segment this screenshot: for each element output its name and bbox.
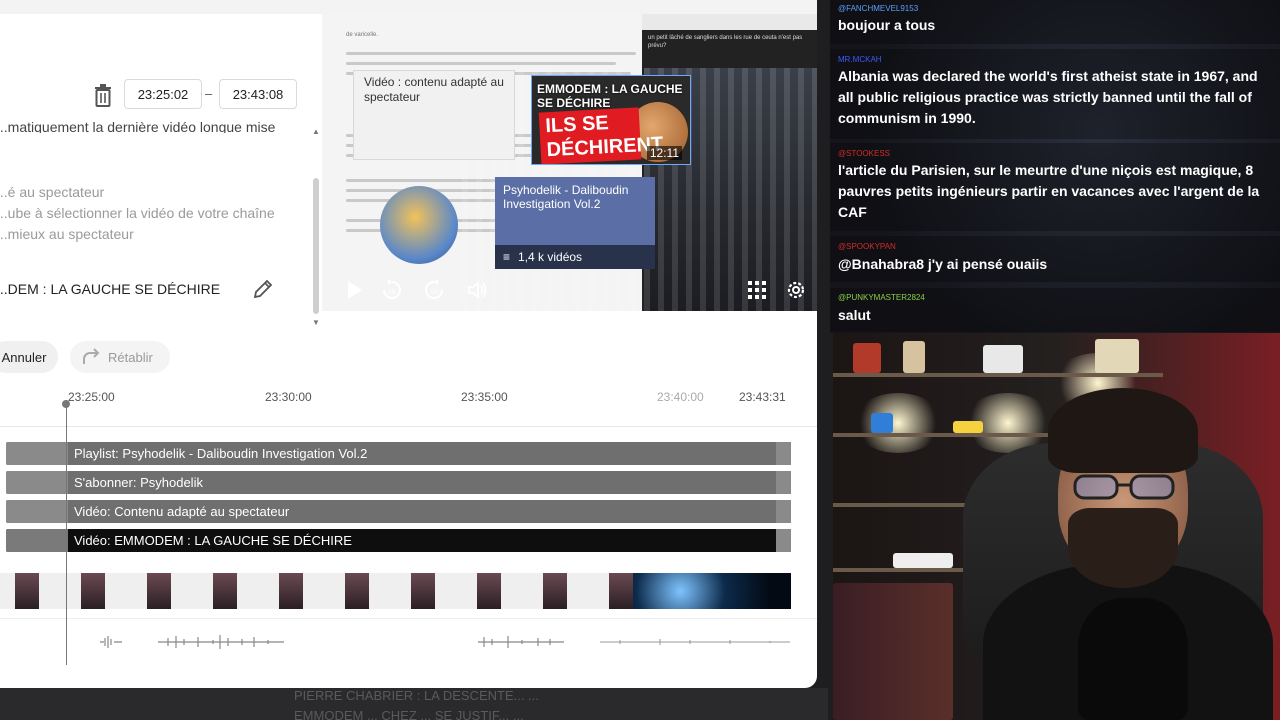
playhead-line[interactable] (66, 400, 67, 665)
cancel-button[interactable]: Annuler (0, 341, 58, 373)
background-page: PIERRE CHABRIER : LA DESCENTE... ... EMM… (0, 688, 828, 720)
option-line-2[interactable]: ...ube à sélectionner la vidéo de votre … (0, 205, 275, 221)
track-label: Vidéo: Contenu adapté au spectateur (74, 504, 290, 519)
emmodem-duration: 12:11 (646, 146, 682, 160)
chat-text: l'article du Parisien, sur le meurtre d'… (838, 162, 1260, 220)
webcam-feed (833, 333, 1280, 720)
track-handle[interactable] (6, 442, 68, 465)
tick-label: 23:35:00 (461, 390, 508, 404)
svg-text:10: 10 (388, 289, 396, 296)
waveform-segment (600, 639, 790, 645)
scroll-up-arrow[interactable]: ▲ (312, 127, 320, 136)
playlist-count-label: 1,4 k vidéos (518, 250, 583, 264)
thumbnail-big-text: ILS SE DÉCHIRENT (538, 107, 664, 164)
settings-gear-icon[interactable] (784, 278, 808, 302)
svg-text:10: 10 (430, 289, 438, 296)
track-end-handle[interactable] (776, 442, 791, 465)
track-label: S'abonner: Psyhodelik (74, 475, 203, 490)
tick-label: 23:40:00 (657, 390, 704, 404)
doc-text: de varicelle. (346, 32, 379, 38)
chat-message: @PUNKYMASTER2824 salut (830, 288, 1280, 332)
playlist-title: Psyhodelik - Daliboudin Investigation Vo… (503, 183, 629, 211)
redo-icon (83, 348, 100, 364)
description-text: ...matiquement la dernière vidéo longue … (0, 119, 276, 133)
mini-chat-text: un petit lâché de sangliers dans les rue… (648, 35, 803, 49)
timeline-track-subscribe[interactable]: S'abonner: Psyhodelik (6, 471, 791, 494)
playlist-count: ≡ 1,4 k vidéos (495, 245, 655, 269)
chat-text: @Bnahabra8 j'y ai pensé ouaiis (838, 256, 1048, 272)
end-screen-emmodem-card[interactable]: ILS SE DÉCHIRENT EMMODEM : LA GAUCHE SE … (531, 75, 691, 165)
video-card-label: Vidéo : contenu adapté au spectateur (364, 75, 504, 104)
tick-label: 23:30:00 (265, 390, 312, 404)
play-icon[interactable] (342, 278, 366, 302)
timeline-ruler[interactable]: 23:25:00 23:30:00 23:35:00 23:40:00 23:4… (0, 386, 817, 426)
start-time-field[interactable]: 23:25:02 (124, 79, 202, 109)
selected-video-label: ...DEM : LA GAUCHE SE DÉCHIRE (0, 281, 221, 297)
end-screen-video-card[interactable]: Vidéo : contenu adapté au spectateur (353, 70, 515, 160)
track-handle[interactable] (6, 471, 68, 494)
ruler-divider (0, 426, 817, 427)
chat-username: @FANCHMEVEL9153 (838, 4, 919, 13)
redo-label: Rétablir (108, 349, 153, 365)
time-separator: – (205, 86, 213, 101)
chat-username: @SPOOKYPAN (838, 242, 896, 251)
end-time-field[interactable]: 23:43:08 (219, 79, 297, 109)
tick-label: 23:25:00 (68, 390, 115, 404)
track-end-handle[interactable] (776, 471, 791, 494)
player-controls: 10 10 (322, 269, 817, 311)
forward-10-icon[interactable]: 10 (422, 278, 446, 302)
timeline-track-playlist[interactable]: Playlist: Psyhodelik - Daliboudin Invest… (6, 442, 791, 465)
end-screen-playlist-card[interactable]: Psyhodelik - Daliboudin Investigation Vo… (495, 177, 655, 269)
track-handle[interactable] (6, 500, 68, 523)
chat-text: Albania was declared the world's first a… (838, 68, 1258, 126)
chat-message: MR.MCKAH Albania was declared the world'… (830, 49, 1280, 139)
scrollbar-thumb[interactable] (313, 178, 319, 314)
grid-icon[interactable] (745, 278, 769, 302)
stream-chat: @FANCHMEVEL9153 boujour a tous MR.MCKAH … (830, 0, 1280, 333)
track-label: Vidéo: EMMODEM : LA GAUCHE SE DÉCHIRE (74, 533, 352, 548)
tick-label-end: 23:43:31 (739, 390, 786, 404)
trash-icon[interactable] (92, 83, 114, 107)
option-line-1[interactable]: ...é au spectateur (0, 184, 104, 200)
chat-username: @PUNKYMASTER2824 (838, 293, 925, 302)
playlist-icon: ≡ (503, 250, 511, 264)
channel-avatar[interactable] (380, 186, 458, 264)
chat-message: @STOOKESS l'article du Parisien, sur le … (830, 143, 1280, 231)
emmodem-title: EMMODEM : LA GAUCHE SE DÉCHIRE (537, 82, 683, 110)
timeline-track-video-adapted[interactable]: Vidéo: Contenu adapté au spectateur (6, 500, 791, 523)
waveform-segment (478, 636, 564, 648)
timeline-track-video-emmodem[interactable]: Vidéo: EMMODEM : LA GAUCHE SE DÉCHIRE (6, 529, 791, 552)
waveform-segment (158, 635, 284, 649)
chat-message: @SPOOKYPAN @Bnahabra8 j'y ai pensé ouaii… (830, 236, 1280, 282)
chat-message: @FANCHMEVEL9153 boujour a tous (830, 0, 1280, 44)
playhead-handle[interactable] (62, 400, 70, 408)
track-end-handle[interactable] (776, 500, 791, 523)
option-line-3[interactable]: ...mieux au spectateur (0, 226, 134, 242)
microphone (1078, 598, 1188, 720)
streamer-hair (1048, 388, 1198, 473)
track-handle[interactable] (6, 529, 68, 552)
ghost-text-1: PIERRE CHABRIER : LA DESCENTE... ... (294, 688, 539, 703)
space-thumbnail (633, 573, 791, 609)
scroll-down-arrow[interactable]: ▼ (312, 318, 320, 327)
streamer-beard (1068, 508, 1178, 588)
thumbnail-strip[interactable] (0, 573, 791, 609)
glasses-icon (1073, 474, 1175, 500)
track-end-handle[interactable] (776, 529, 791, 552)
chat-username: @STOOKESS (838, 149, 890, 158)
track-label: Playlist: Psyhodelik - Daliboudin Invest… (74, 446, 368, 461)
volume-icon[interactable] (466, 278, 490, 302)
chat-text: salut (838, 307, 871, 323)
waveform-segment (100, 636, 122, 648)
rewind-10-icon[interactable]: 10 (380, 278, 404, 302)
chat-text: boujour a tous (838, 17, 936, 33)
editor-panel: 23:25:02 – 23:43:08 ...matiquement la de… (0, 0, 817, 688)
ghost-text-2: EMMODEM ... CHEZ ... SE JUSTIF... ... (294, 708, 524, 720)
top-strip (0, 0, 817, 14)
pencil-icon[interactable] (252, 278, 274, 300)
redo-button[interactable]: Rétablir (70, 341, 170, 373)
video-preview[interactable]: de varicelle. un petit lâché de sanglier… (322, 14, 817, 311)
chat-username: MR.MCKAH (838, 55, 882, 64)
